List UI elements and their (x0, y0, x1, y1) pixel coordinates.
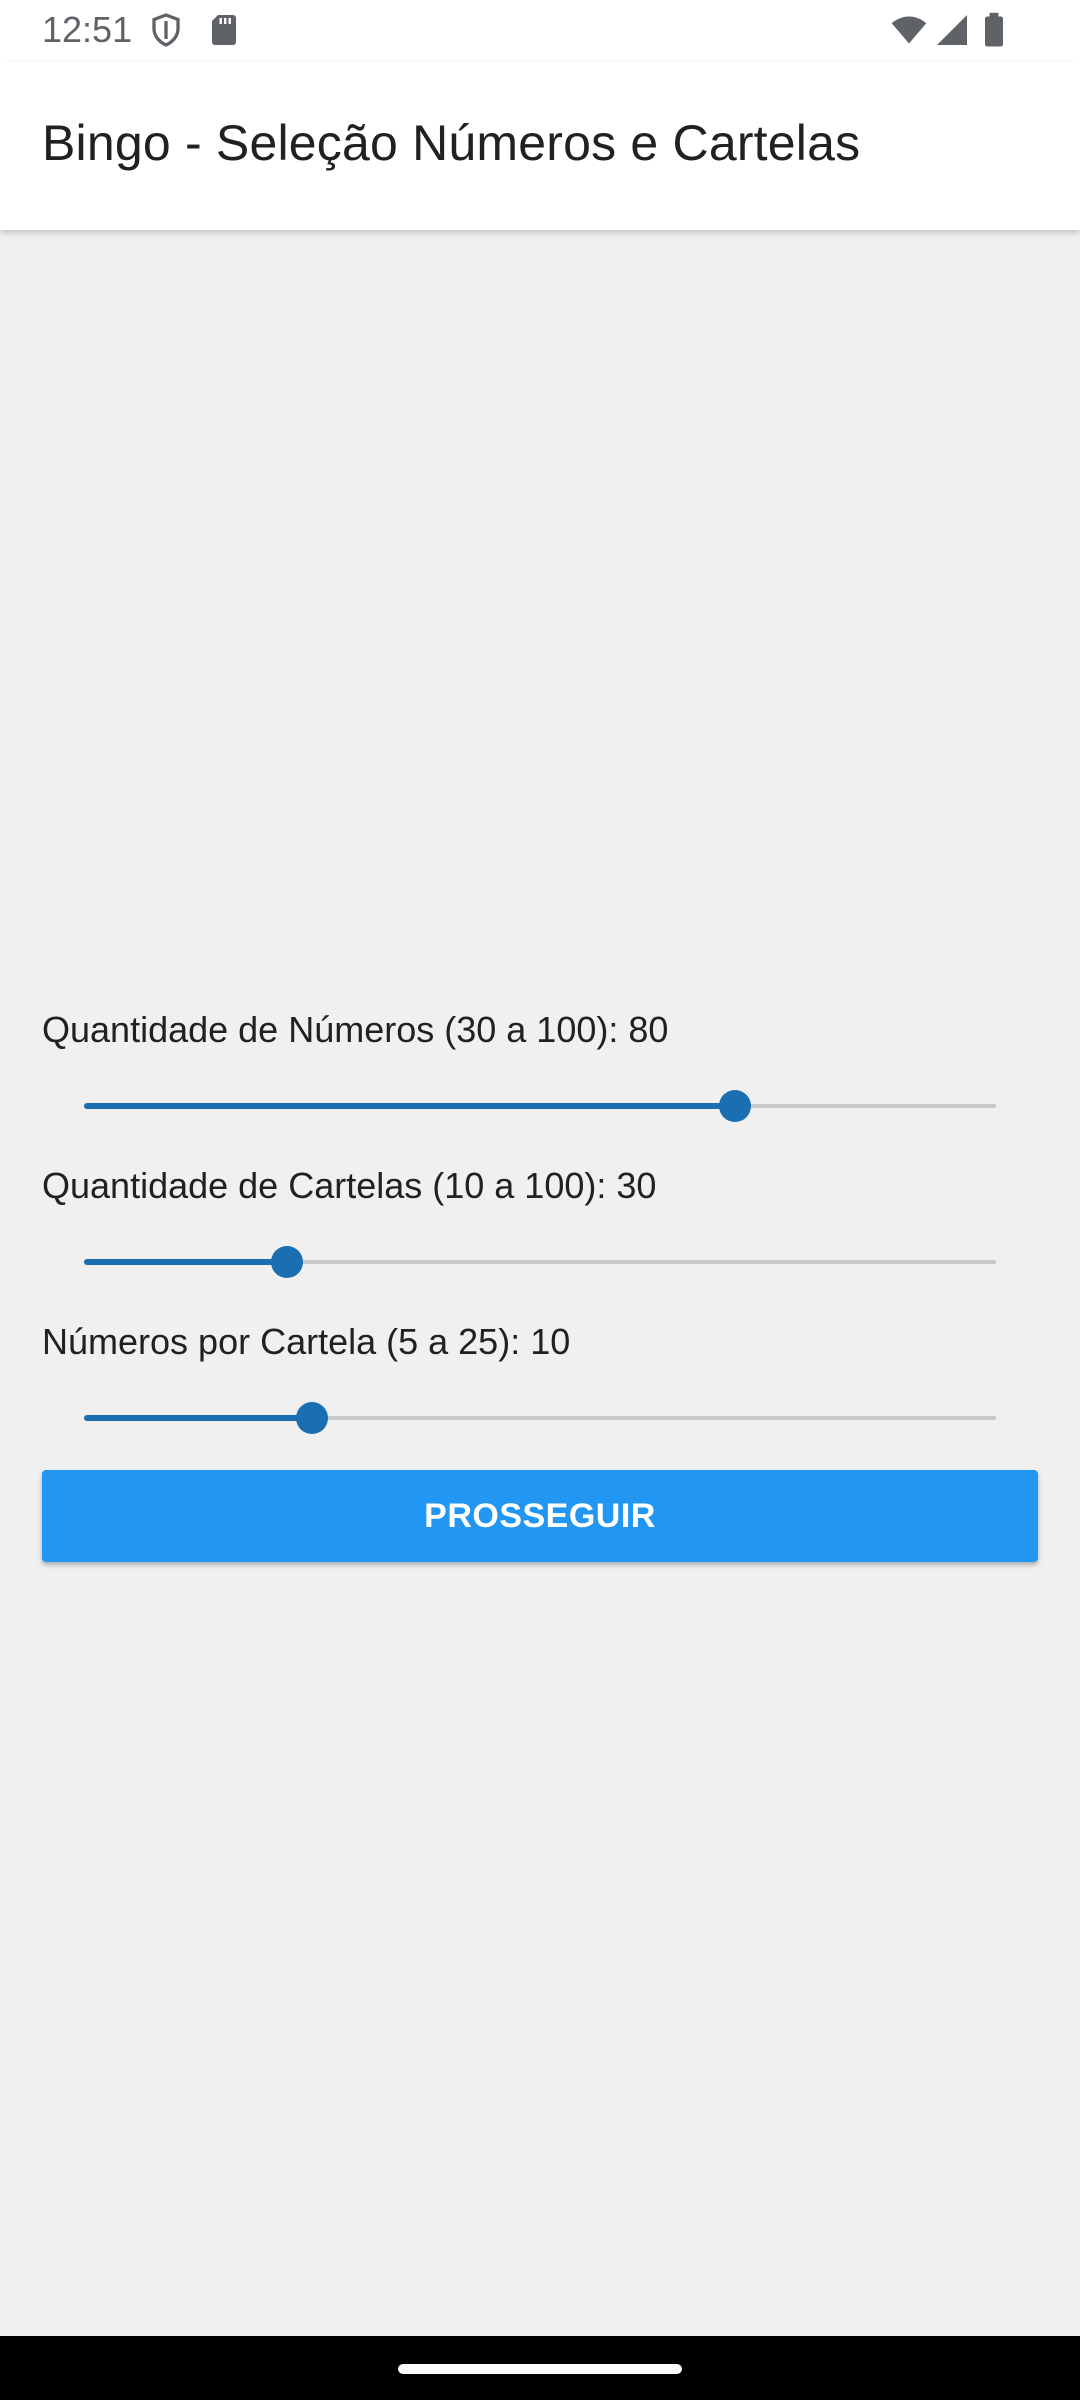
slider-fill (84, 1259, 287, 1265)
cards-quantity-slider[interactable] (84, 1242, 996, 1282)
page-title: Bingo - Seleção Números e Cartelas (42, 115, 861, 171)
main-content: Quantidade de Números (30 a 100): 80 Qua… (0, 230, 1080, 2336)
slider-thumb[interactable] (270, 1246, 303, 1278)
app-bar: Bingo - Seleção Números e Cartelas (0, 62, 1080, 230)
slider-fill (84, 1415, 312, 1421)
slider-fill (84, 1103, 736, 1109)
status-time: 12:51 (42, 9, 133, 50)
numbers-quantity-label: Quantidade de Números (30 a 100): 80 (42, 1009, 669, 1050)
cell-signal-icon (934, 12, 970, 48)
numbers-quantity-slider[interactable] (84, 1086, 996, 1126)
slider-thumb[interactable] (719, 1090, 752, 1122)
navigation-bar (0, 2336, 1080, 2400)
sd-card-icon (206, 12, 242, 48)
home-indicator[interactable] (398, 2364, 682, 2374)
battery-icon (980, 12, 1016, 48)
status-bar: 12:51 (0, 0, 1080, 62)
slider-thumb[interactable] (296, 1402, 328, 1434)
proceed-button[interactable]: PROSSEGUIR (42, 1470, 1038, 1562)
numbers-per-card-label: Números por Cartela (5 a 25): 10 (42, 1321, 571, 1362)
numbers-per-card-slider[interactable] (84, 1398, 996, 1438)
wifi-icon (890, 12, 927, 48)
shield-icon (148, 12, 184, 48)
cards-quantity-label: Quantidade de Cartelas (10 a 100): 30 (42, 1165, 657, 1206)
